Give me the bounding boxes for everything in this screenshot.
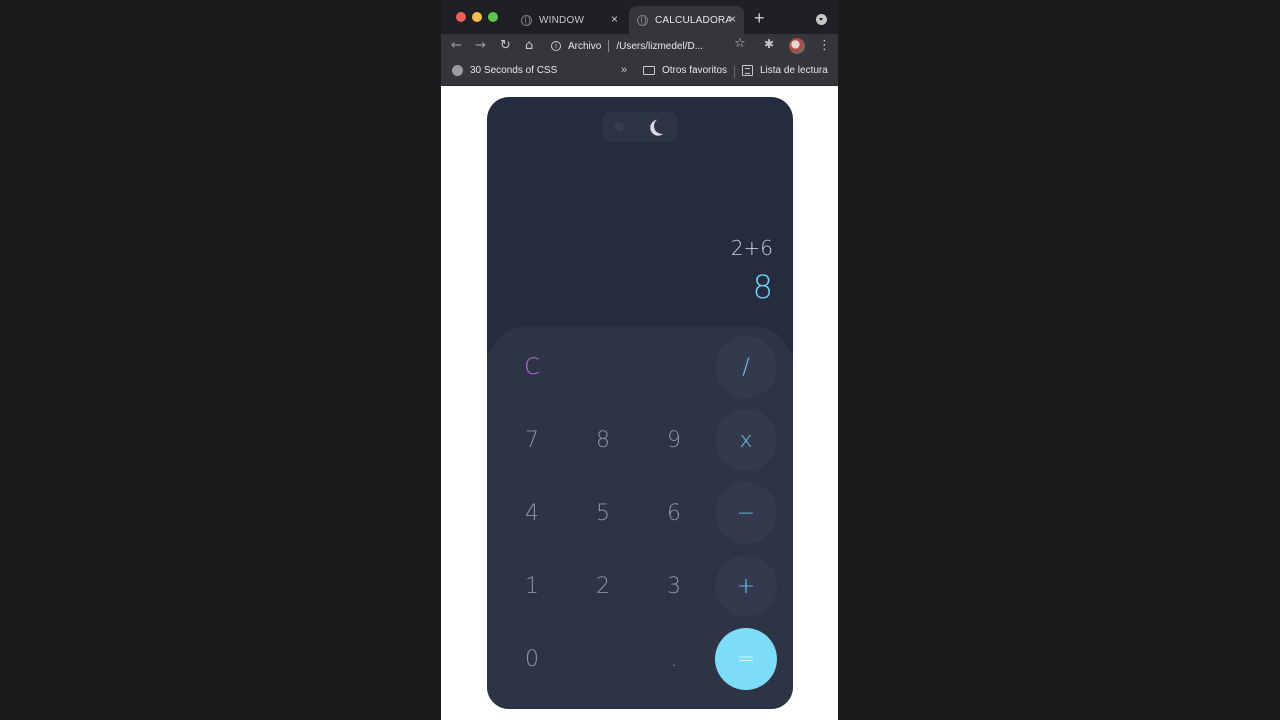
tab-label: CALCULADORA xyxy=(655,14,731,26)
folder-icon xyxy=(643,66,655,75)
minimize-window-button[interactable] xyxy=(472,12,482,22)
menu-icon[interactable]: ⋮ xyxy=(818,37,831,55)
multiply-button[interactable]: x xyxy=(715,409,777,471)
address-scheme: Archivo xyxy=(568,40,602,52)
sun-icon[interactable]: ☼ xyxy=(612,118,625,136)
calculator: ☼ 2+6 8 C / 7 8 9 x 4 5 6 − 1 2 3 + 0 . … xyxy=(487,97,793,709)
close-tab-icon[interactable]: × xyxy=(611,12,618,26)
clear-button[interactable]: C xyxy=(501,336,563,398)
add-button[interactable]: + xyxy=(715,555,777,617)
bookmark-label: Lista de lectura xyxy=(760,65,828,76)
expression-display: 2+6 xyxy=(730,236,773,260)
subtract-button[interactable]: − xyxy=(715,482,777,544)
digit-3-button[interactable]: 3 xyxy=(643,555,705,617)
theme-toggle[interactable]: ☼ xyxy=(602,112,678,142)
bookmark-30-seconds-of-css[interactable]: 30 Seconds of CSS xyxy=(452,65,557,76)
info-icon[interactable]: i xyxy=(551,41,561,51)
digit-2-button[interactable]: 2 xyxy=(572,555,634,617)
bookmarks-divider xyxy=(734,66,735,78)
home-icon[interactable]: ⌂ xyxy=(525,37,533,55)
digit-7-button[interactable]: 7 xyxy=(501,409,563,471)
globe-icon xyxy=(521,14,532,26)
avatar[interactable] xyxy=(789,38,805,54)
bookmark-label: 30 Seconds of CSS xyxy=(470,65,558,76)
bookmark-label: Otros favoritos xyxy=(662,65,728,76)
digit-8-button[interactable]: 8 xyxy=(572,409,634,471)
digit-5-button[interactable]: 5 xyxy=(572,482,634,544)
divide-button[interactable]: / xyxy=(715,336,777,398)
digit-0-button[interactable]: 0 xyxy=(501,628,563,690)
forward-icon[interactable]: → xyxy=(475,37,486,55)
close-tab-icon[interactable]: × xyxy=(729,12,736,26)
reload-icon[interactable]: ↻ xyxy=(500,37,511,55)
extensions-icon[interactable]: ✱ xyxy=(764,37,774,51)
globe-icon xyxy=(637,14,648,26)
title-bar: WINDOW × CALCULADORA × + xyxy=(441,0,838,34)
equals-button[interactable]: = xyxy=(715,628,777,690)
address-path: /Users/lizmedel/D... xyxy=(616,40,704,52)
address-bar[interactable]: i Archivo /Users/lizmedel/D... xyxy=(551,35,757,57)
bookmark-star-icon[interactable]: ☆ xyxy=(734,36,746,51)
tab-calculadora[interactable]: CALCULADORA × xyxy=(629,6,744,34)
close-window-button[interactable] xyxy=(456,12,466,22)
tab-search-icon[interactable] xyxy=(816,14,827,25)
back-icon[interactable]: ← xyxy=(451,37,462,55)
bookmarks-bar: 30 Seconds of CSS » Otros favoritos List… xyxy=(441,58,838,86)
decimal-button[interactable]: . xyxy=(643,628,705,690)
bookmark-lista-de-lectura[interactable]: Lista de lectura xyxy=(742,65,828,76)
digit-4-button[interactable]: 4 xyxy=(501,482,563,544)
reading-list-icon xyxy=(742,65,753,76)
digit-9-button[interactable]: 9 xyxy=(643,409,705,471)
tab-window[interactable]: WINDOW × xyxy=(511,6,626,34)
tab-label: WINDOW xyxy=(539,14,585,26)
digit-6-button[interactable]: 6 xyxy=(643,482,705,544)
moon-icon[interactable] xyxy=(653,117,672,136)
zoom-window-button[interactable] xyxy=(488,12,498,22)
keypad: C / 7 8 9 x 4 5 6 − 1 2 3 + 0 . = xyxy=(487,326,793,709)
digit-1-button[interactable]: 1 xyxy=(501,555,563,617)
browser-window: WINDOW × CALCULADORA × + ← → ↻ ⌂ i Archi… xyxy=(441,0,838,720)
result-display: 8 xyxy=(752,268,773,306)
more-bookmarks-icon[interactable]: » xyxy=(621,64,627,76)
globe-icon xyxy=(452,65,463,76)
new-tab-button[interactable]: + xyxy=(754,9,765,27)
toolbar: ← → ↻ ⌂ i Archivo /Users/lizmedel/D... ☆… xyxy=(441,34,838,58)
bookmark-otros-favoritos[interactable]: Otros favoritos xyxy=(643,65,727,76)
address-divider xyxy=(608,40,610,52)
